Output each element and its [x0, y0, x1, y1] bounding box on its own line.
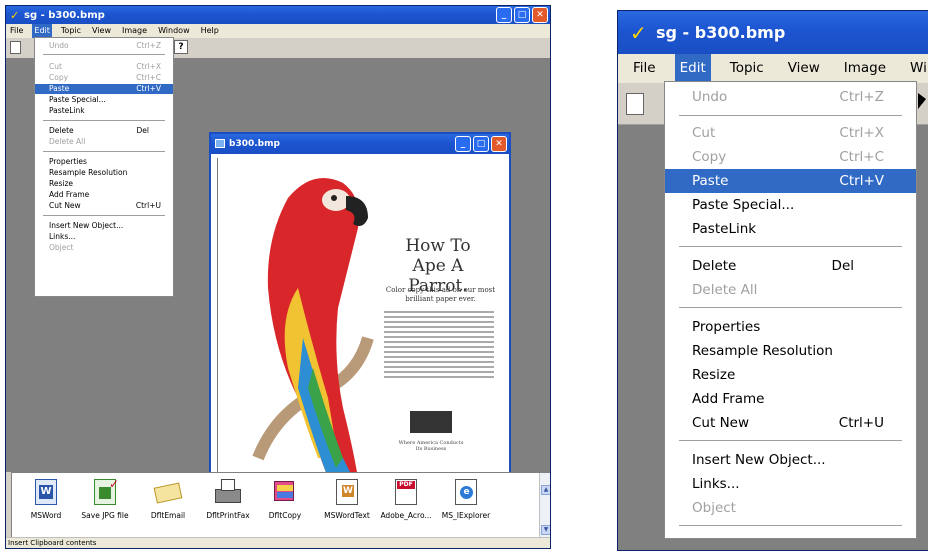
zoomed-menu-view[interactable]: View: [783, 54, 825, 83]
zoomed-menu-item-cut[interactable]: Cut Ctrl+X: [665, 121, 916, 145]
menu-bar: File Edit Topic View Image Window Help: [6, 24, 550, 38]
status-bar: Insert Clipboard contents: [6, 537, 550, 548]
zoomed-menu-item-insert-new-object[interactable]: Insert New Object...: [665, 448, 916, 472]
shortcut-msword[interactable]: W MSWord: [16, 479, 76, 520]
menu-image[interactable]: Image: [120, 24, 149, 38]
zoomed-menu-item-paste[interactable]: Paste Ctrl+V: [665, 169, 916, 193]
scroll-up-icon[interactable]: ▲: [541, 485, 550, 495]
shortcut-bar: W MSWord ✓ Save JPG file DfltEmail DfltP…: [11, 472, 550, 539]
zoomed-menu-bar: File Edit Topic View Image Window: [618, 54, 928, 83]
ie-browser-icon: e: [455, 479, 477, 505]
zoomed-menu-item-resample-resolution[interactable]: Resample Resolution: [665, 339, 916, 363]
zoomed-menu-image[interactable]: Image: [839, 54, 891, 83]
shortcut-save-jpg[interactable]: ✓ Save JPG file: [75, 477, 135, 520]
child-title-bar[interactable]: b300.bmp _ □ ✕: [211, 134, 509, 154]
menu-item-undo[interactable]: Undo Ctrl+Z: [35, 41, 173, 51]
menu-item-resample-resolution[interactable]: Resample Resolution: [35, 168, 173, 178]
menu-item-cut[interactable]: Cut Ctrl+X: [35, 62, 173, 72]
zoomed-menu-item-cut-new[interactable]: Cut New Ctrl+U: [665, 411, 916, 435]
help-pointer-icon[interactable]: ?: [174, 40, 188, 54]
menu-file[interactable]: File: [8, 24, 25, 38]
zoomed-menu-item-resize[interactable]: Resize: [665, 363, 916, 387]
zoomed-menu-item-add-frame[interactable]: Add Frame: [665, 387, 916, 411]
zoomed-window-title: sg - b300.bmp: [656, 23, 786, 42]
menu-item-delete[interactable]: Delete Del: [35, 126, 173, 136]
edit-menu-dropdown: Undo Ctrl+Z Cut Ctrl+X Copy Ctrl+C Paste Ctr…: [34, 37, 174, 297]
pdf-file-icon: PDF: [395, 479, 417, 505]
zoomed-pointer-icon: [918, 93, 926, 109]
zoomed-app-window: ✓ sg - b300.bmp File Edit Topic View Ima…: [617, 10, 928, 551]
window-title: sg - b300.bmp: [24, 9, 105, 21]
zoomed-menu-topic[interactable]: Topic: [725, 54, 769, 83]
menu-topic[interactable]: Topic: [59, 24, 83, 38]
ad-logo: [410, 411, 452, 433]
menu-item-insert-new-object[interactable]: Insert New Object...: [35, 221, 173, 231]
zoomed-new-document-icon[interactable]: [626, 93, 644, 115]
fax-printer-icon: [215, 479, 241, 505]
email-envelope-icon: [153, 479, 183, 505]
menu-item-paste-special[interactable]: Paste Special...: [35, 95, 173, 105]
child-minimize-button[interactable]: _: [455, 136, 471, 152]
main-app-window: ✓ sg - b300.bmp _ □ ✕ File Edit Topic Vi…: [5, 5, 551, 549]
menu-item-pastelink[interactable]: PasteLink: [35, 106, 173, 116]
ad-headline-line-1: How To: [405, 236, 471, 256]
menu-item-paste[interactable]: Paste Ctrl+V: [35, 84, 173, 94]
jpg-file-icon: ✓: [94, 477, 119, 505]
zoomed-menu-item-delete[interactable]: Delete Del: [665, 254, 916, 278]
ad-body-text: [384, 308, 494, 381]
zoomed-menu-item-undo[interactable]: Undo Ctrl+Z: [665, 85, 916, 109]
menu-item-delete-all[interactable]: Delete All: [35, 137, 173, 147]
zoomed-menu-file[interactable]: File: [628, 54, 661, 83]
msword-doc-icon: W: [35, 479, 57, 505]
child-maximize-button[interactable]: □: [473, 136, 489, 152]
shortcut-ms-iexplorer[interactable]: e MS_IExplorer: [436, 479, 496, 520]
zoomed-menu-item-delete-all[interactable]: Delete All: [665, 278, 916, 302]
menu-item-links[interactable]: Links...: [35, 232, 173, 242]
shortcut-scrollbar[interactable]: ▲ ▼: [539, 473, 550, 538]
menu-item-cut-new[interactable]: Cut New Ctrl+U: [35, 201, 173, 211]
menu-item-add-frame[interactable]: Add Frame: [35, 190, 173, 200]
zoomed-menu-item-pastelink[interactable]: PasteLink: [665, 217, 916, 241]
menu-item-properties[interactable]: Properties: [35, 157, 173, 167]
menu-edit[interactable]: Edit: [32, 24, 52, 38]
menu-item-copy[interactable]: Copy Ctrl+C: [35, 73, 173, 83]
zoomed-app-check-icon: ✓: [630, 20, 647, 45]
title-bar[interactable]: ✓ sg - b300.bmp _ □ ✕: [6, 6, 550, 24]
menu-item-object[interactable]: Object: [35, 243, 173, 253]
zoomed-menu-item-properties[interactable]: Properties: [665, 315, 916, 339]
menu-window[interactable]: Window: [156, 24, 192, 38]
child-close-button[interactable]: ✕: [491, 136, 507, 152]
maximize-button[interactable]: □: [514, 7, 530, 23]
app-check-icon: ✓: [10, 8, 20, 22]
menu-help[interactable]: Help: [199, 24, 221, 38]
word-text-icon: W: [336, 479, 358, 505]
minimize-button[interactable]: _: [496, 7, 512, 23]
ad-footer: Where America Conducts Its Business: [398, 440, 464, 452]
image-file-icon: [215, 139, 225, 148]
zoomed-menu-edit[interactable]: Edit: [674, 54, 711, 83]
menu-view[interactable]: View: [90, 24, 113, 38]
child-window-title: b300.bmp: [229, 139, 280, 149]
close-button[interactable]: ✕: [532, 7, 548, 23]
new-document-icon[interactable]: [10, 41, 21, 54]
shortcut-dflt-copy[interactable]: DfltCopy: [255, 479, 315, 520]
scroll-down-icon[interactable]: ▼: [541, 525, 550, 535]
ad-subline: Color copy this ad on our most brilliant…: [385, 286, 496, 303]
parrot-image: How To Ape A Parrot. Color copy this ad …: [217, 158, 503, 478]
zoomed-edit-menu-dropdown: Undo Ctrl+Z Cut Ctrl+X Copy Ctrl+C Paste Ctr…: [664, 81, 917, 539]
shortcut-dflt-print-fax[interactable]: DfltPrintFax: [198, 479, 258, 520]
shortcut-dflt-email[interactable]: DfltEmail: [138, 479, 198, 520]
shortcut-adobe-acrobat[interactable]: PDF Adobe_Acro...: [376, 479, 436, 520]
zoomed-title-bar[interactable]: ✓ sg - b300.bmp: [618, 11, 928, 54]
copy-stack-icon: [274, 479, 296, 505]
shortcut-mswordtext[interactable]: W MSWordText: [317, 479, 377, 520]
zoomed-menu-item-copy[interactable]: Copy Ctrl+C: [665, 145, 916, 169]
zoomed-menu-item-object[interactable]: Object: [665, 496, 916, 520]
zoomed-menu-item-links[interactable]: Links...: [665, 472, 916, 496]
image-child-window[interactable]: b300.bmp _ □ ✕ How To Ape A Parrot. Colo…: [209, 132, 511, 486]
menu-item-resize[interactable]: Resize: [35, 179, 173, 189]
zoomed-menu-item-paste-special[interactable]: Paste Special...: [665, 193, 916, 217]
zoomed-menu-window[interactable]: Window: [905, 54, 928, 83]
